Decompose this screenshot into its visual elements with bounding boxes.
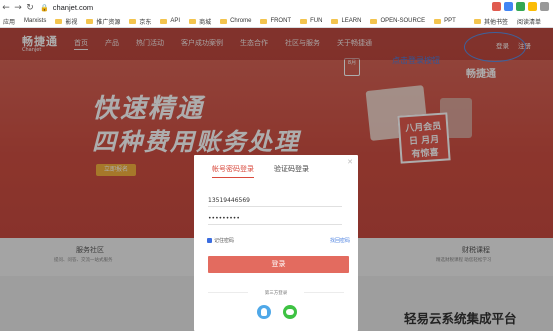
folder-icon	[300, 18, 308, 24]
folder-icon	[434, 18, 442, 24]
folder-icon	[55, 18, 63, 24]
bookmark-folder[interactable]: 影视	[55, 17, 77, 26]
reading-list[interactable]: 阅读清单	[517, 17, 541, 26]
wechat-icon[interactable]	[283, 305, 297, 319]
extension-icon[interactable]	[504, 2, 513, 11]
folder-icon	[189, 18, 197, 24]
remember-label: 记住密码	[214, 238, 235, 244]
folder-icon	[331, 18, 339, 24]
bookmark-apps[interactable]: 应用	[3, 17, 15, 26]
bookmark-folder[interactable]: PPT	[434, 18, 456, 24]
checkbox-icon[interactable]	[207, 238, 212, 243]
extension-icons	[492, 2, 549, 11]
bookmarks-bar: 应用 Marxists 影视 推广资源 京东 API 商城 Chrome FRO…	[0, 15, 553, 28]
folder-icon	[86, 18, 94, 24]
bookmark-folder[interactable]: API	[160, 18, 180, 24]
extension-icon[interactable]	[516, 2, 525, 11]
reload-icon[interactable]: ↻	[24, 2, 36, 14]
bookmark-folder[interactable]: OPEN-SOURCE	[370, 18, 425, 24]
web-page: 快速精通 四种费用账务处理 立即报名 八月会员日 月月有惊喜 8月 畅捷通 畅捷…	[0, 28, 553, 331]
folder-icon	[160, 18, 168, 24]
qq-icon[interactable]	[257, 305, 271, 319]
tab-password-login[interactable]: 帐号密码登录	[212, 164, 254, 178]
extension-icon[interactable]	[492, 2, 501, 11]
watermark-text: 轻易云系统集成平台	[404, 311, 517, 326]
bookmark-folder[interactable]: 京东	[129, 17, 151, 26]
forward-icon[interactable]: →	[12, 2, 24, 14]
tab-code-login[interactable]: 验证码登录	[274, 164, 309, 178]
bookmark-folder[interactable]: 推广资源	[86, 17, 120, 26]
remember-password[interactable]: 记住密码	[207, 237, 234, 244]
back-icon[interactable]: ←	[0, 2, 12, 14]
lock-icon[interactable]: 🔒	[40, 4, 49, 12]
bookmark-folder[interactable]: 商城	[189, 17, 211, 26]
folder-icon	[260, 18, 268, 24]
bookmark-folder[interactable]: Chrome	[220, 18, 251, 24]
phone-field[interactable]: 13519446569	[208, 195, 342, 207]
profile-icon[interactable]	[540, 2, 549, 11]
login-tabs: 帐号密码登录 验证码登录	[212, 164, 329, 178]
close-icon[interactable]: ✕	[347, 158, 353, 166]
bookmark-item[interactable]: Marxists	[24, 18, 46, 24]
folder-icon	[473, 19, 481, 24]
bookmark-folder[interactable]: FUN	[300, 18, 322, 24]
password-field[interactable]: •••••••••	[208, 213, 342, 225]
folder-icon	[220, 18, 228, 24]
folder-icon	[129, 18, 137, 24]
login-modal: ✕ 帐号密码登录 验证码登录 13519446569 ••••••••• 记住密…	[194, 155, 358, 331]
folder-icon	[370, 18, 378, 24]
third-party-label: 第三方登录	[264, 291, 288, 296]
forgot-password-link[interactable]: 找回密码	[330, 237, 350, 244]
bookmarks-right: 其他书签 阅读清单	[473, 15, 550, 28]
extension-icon[interactable]	[528, 2, 537, 11]
bookmark-folder[interactable]: LEARN	[331, 18, 361, 24]
address-bar: ← → ↻ 🔒 chanjet.com	[0, 0, 553, 15]
login-button[interactable]: 登录	[208, 256, 349, 273]
bookmark-folder[interactable]: FRONT	[260, 18, 291, 24]
url-text[interactable]: chanjet.com	[53, 3, 93, 12]
bookmark-other[interactable]: 其他书签	[473, 17, 508, 26]
